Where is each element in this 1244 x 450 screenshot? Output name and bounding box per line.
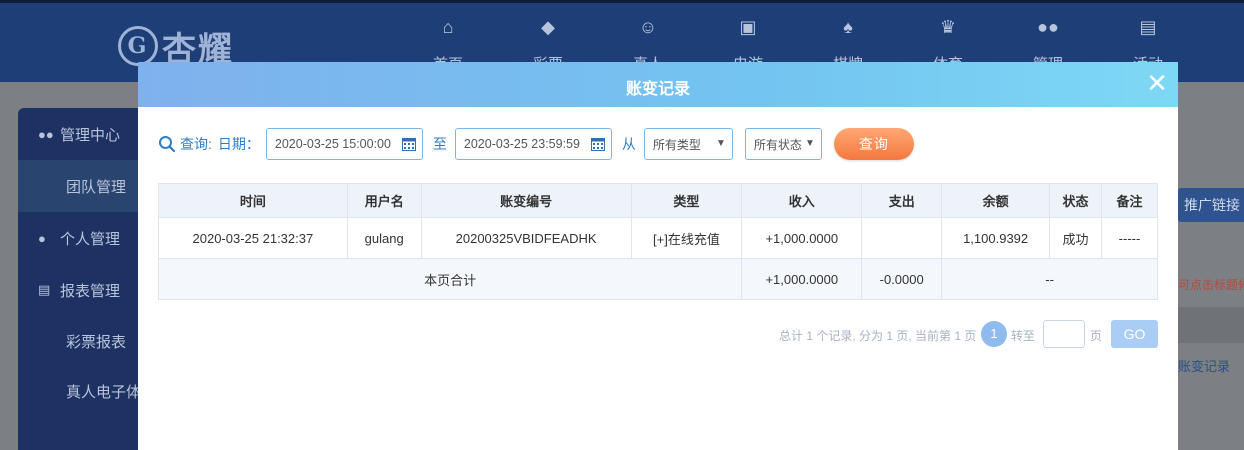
report-icon: ▤ [38,282,51,297]
live-dealer-icon: ☺ [638,17,658,37]
cell-expense [861,217,943,259]
modal-title: 账变记录 [625,81,690,98]
promo-link-label: 推广链接 [1184,197,1240,213]
total-row: 本页合计 +1,000.0000 -0.0000 -- [157,258,1158,300]
pagination-info: 总计 1 个记录, 分为 1 页, 当前第 1 页 [779,329,977,343]
page-number-input[interactable] [1043,320,1085,348]
chess-card-icon: ♠ [843,17,853,37]
column-header: 支出 [861,183,943,218]
promo-link-button[interactable]: 推广链接 [1178,188,1244,222]
page-unit-label: 页 [1090,329,1103,343]
sidebar-item-label: 彩票报表 [66,333,127,351]
total-label: 本页合计 [157,258,743,300]
transaction-record-link[interactable]: 账变记录 [1178,356,1230,375]
type-select-value: 所有类型 [652,137,701,152]
column-header: 用户名 [346,183,422,218]
column-header: 状态 [1049,183,1102,218]
sidebar-item-live-report[interactable]: 真人电子体 [18,366,143,416]
right-panel: 推广链接 可点击标题修改 账变记录 [1178,82,1244,450]
transaction-record-modal: 账变记录 ✕ 查询: 日期： 2020-03-25 15:00:00 至 202… [138,62,1178,450]
table-header-row: 时间 用户名 账变编号 类型 收入 支出 余额 状态 备注 [158,183,1158,218]
trophy-icon: ♛ [939,17,957,37]
right-strip [1178,307,1244,343]
pagination: 总计 1 个记录, 分为 1 页, 当前第 1 页 1 转至 页 GO [138,320,1158,349]
status-select-value: 所有状态 [753,137,802,152]
sidebar-item-label: 管理中心 [60,126,121,144]
chevron-down-icon: ▼ [804,138,815,149]
sidebar-item-label: 真人电子体 [66,383,142,401]
total-expense: -0.0000 [861,258,943,300]
cell-note: ----- [1101,217,1158,259]
sidebar: ●● 管理中心 团队管理 ● 个人管理 ▤ 报表管理 彩票报表 真人电子体 [18,108,143,450]
users-icon: ●● [38,126,54,142]
cell-username: gulang [346,217,422,259]
gift-icon: ▤ [1139,17,1157,37]
query-bar: 查询: 日期： 2020-03-25 15:00:00 至 2020-03-25… [158,128,914,160]
cell-time: 2020-03-25 21:32:37 [158,217,348,259]
column-header: 类型 [630,183,743,218]
sidebar-item-management-center[interactable]: ●● 管理中心 [18,108,143,160]
type-select[interactable]: 所有类型 ▼ [643,128,733,160]
sidebar-item-team[interactable]: 团队管理 [18,160,143,212]
user-icon: ● [38,230,46,246]
sidebar-item-label: 报表管理 [60,282,121,300]
column-header: 时间 [158,183,348,218]
edit-title-tip: 可点击标题修改 [1178,278,1244,292]
users-icon: ●● [1037,17,1059,37]
transaction-table: 时间 用户名 账变编号 类型 收入 支出 余额 状态 备注 2020-03-25… [157,183,1158,300]
status-select[interactable]: 所有状态 ▼ [744,128,822,160]
modal-header: 账变记录 ✕ [138,62,1178,107]
logo-mark-icon: G [118,26,158,66]
column-header: 备注 [1101,183,1158,218]
from-label: 从 [621,136,636,152]
cell-txn-id: 20200325VBIDFEADHK [420,217,632,259]
goto-label: 转至 [1011,329,1036,343]
query-label: 查询: [180,136,212,152]
column-header: 账变编号 [420,183,632,218]
start-date-input[interactable]: 2020-03-25 15:00:00 [265,128,423,160]
cell-income: +1,000.0000 [741,217,863,259]
cell-balance: 1,100.9392 [941,217,1051,259]
end-date-input[interactable]: 2020-03-25 23:59:59 [454,128,612,160]
to-label: 至 [432,136,447,152]
sidebar-item-label: 团队管理 [66,178,127,196]
total-income: +1,000.0000 [741,258,863,300]
calendar-icon[interactable] [590,137,605,151]
close-icon[interactable]: ✕ [1146,70,1168,96]
search-icon [159,136,176,153]
column-header: 余额 [941,183,1051,218]
chevron-down-icon: ▼ [715,138,726,149]
date-label: 日期： [217,136,260,152]
lottery-icon: ◆ [541,17,555,37]
sidebar-item-label: 个人管理 [60,230,121,248]
total-balance: -- [941,258,1158,300]
slot-game-icon: ▣ [739,17,757,37]
go-button[interactable]: GO [1111,320,1158,348]
calendar-icon[interactable] [401,137,416,151]
column-header: 收入 [741,183,863,218]
page-number-button[interactable]: 1 [981,321,1007,347]
cell-type: [+]在线充值 [630,217,743,259]
home-icon: ⌂ [442,17,454,37]
table-row: 2020-03-25 21:32:37 gulang 20200325VBIDF… [158,217,1158,259]
cell-status: 成功 [1049,217,1102,259]
end-date-value: 2020-03-25 23:59:59 [463,137,580,151]
start-date-value: 2020-03-25 15:00:00 [274,137,391,151]
sidebar-item-reports[interactable]: ▤ 报表管理 [18,264,143,316]
sidebar-item-lottery-report[interactable]: 彩票报表 [18,316,143,366]
sidebar-item-personal[interactable]: ● 个人管理 [18,212,143,264]
search-button[interactable]: 查询 [833,128,914,160]
